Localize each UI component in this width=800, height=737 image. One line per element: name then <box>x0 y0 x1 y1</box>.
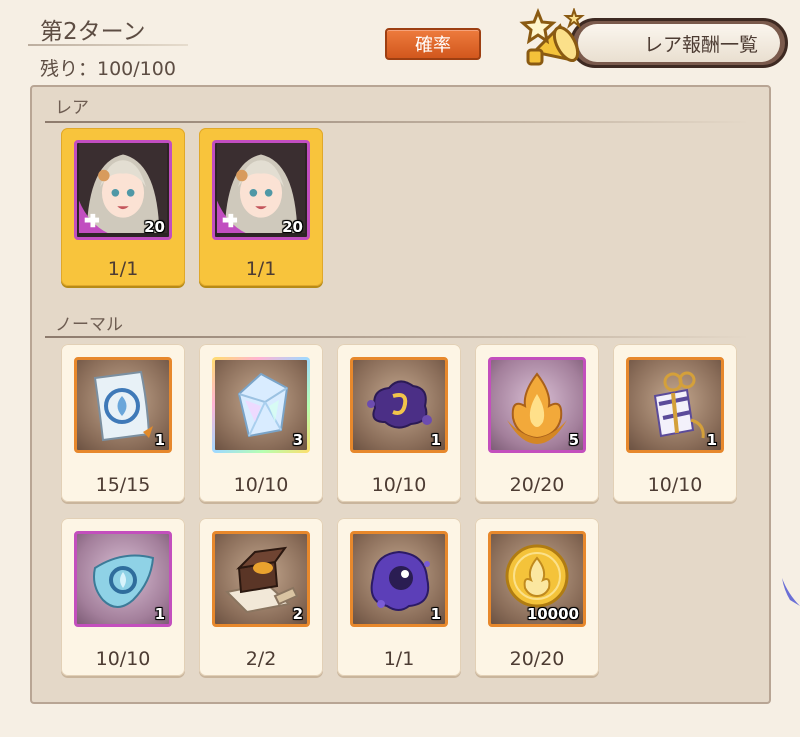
item-quantity: 3 <box>292 431 303 449</box>
draw-count: 10/10 <box>233 474 289 496</box>
item-quantity: 2 <box>292 605 303 623</box>
section-label-rare: レア <box>55 98 89 118</box>
reward-card[interactable]: 1 15/15 <box>61 344 185 502</box>
rare-reward-list-label: レア報酬一覧 <box>578 24 780 62</box>
reward-card[interactable]: 1 1/1 <box>337 518 461 676</box>
megaphone-star-icon <box>519 8 585 66</box>
item-quantity: 20 <box>144 218 165 236</box>
item-frame: 1 <box>74 357 172 453</box>
reward-card[interactable]: 10000 20/20 <box>475 518 599 676</box>
item-frame: 20 <box>74 140 172 240</box>
draw-count: 15/15 <box>95 474 151 496</box>
item-frame: 3 <box>212 357 310 453</box>
draw-count: 10/10 <box>371 474 427 496</box>
draw-count: 20/20 <box>509 474 565 496</box>
turn-title: 第2ターン <box>40 19 146 45</box>
reward-card-rare[interactable]: 20 1/1 <box>61 128 185 286</box>
reward-card[interactable]: 1 10/10 <box>613 344 737 502</box>
reward-card-rare[interactable]: 20 1/1 <box>199 128 323 286</box>
draw-count: 1/1 <box>245 258 277 280</box>
draw-count: 20/20 <box>509 648 565 670</box>
item-frame: 20 <box>212 140 310 240</box>
item-frame: 10000 <box>488 531 586 627</box>
item-quantity: 1 <box>706 431 717 449</box>
item-frame: 1 <box>74 531 172 627</box>
section-divider <box>45 121 750 123</box>
draw-count: 2/2 <box>245 648 277 670</box>
item-frame: 1 <box>350 357 448 453</box>
item-quantity: 5 <box>568 431 579 449</box>
item-quantity: 1 <box>154 605 165 623</box>
section-divider <box>45 336 750 338</box>
item-frame: 1 <box>626 357 724 453</box>
title-divider <box>28 44 188 46</box>
item-quantity: 1 <box>430 431 441 449</box>
rare-reward-list-button[interactable]: レア報酬一覧 <box>570 18 788 68</box>
probability-button[interactable]: 確率 <box>385 28 481 60</box>
draw-count: 1/1 <box>383 648 415 670</box>
draw-count: 10/10 <box>647 474 703 496</box>
item-quantity: 10000 <box>526 605 579 623</box>
item-quantity: 20 <box>282 218 303 236</box>
scroll-indicator-icon[interactable] <box>778 576 800 610</box>
draw-count: 1/1 <box>107 258 139 280</box>
item-quantity: 1 <box>430 605 441 623</box>
reward-card[interactable]: 1 10/10 <box>61 518 185 676</box>
item-frame: 1 <box>350 531 448 627</box>
reward-card[interactable]: 2 2/2 <box>199 518 323 676</box>
item-quantity: 1 <box>154 431 165 449</box>
section-label-normal: ノーマル <box>55 315 123 335</box>
item-frame: 5 <box>488 357 586 453</box>
reward-card[interactable]: 5 20/20 <box>475 344 599 502</box>
draw-count: 10/10 <box>95 648 151 670</box>
reward-card[interactable]: 3 10/10 <box>199 344 323 502</box>
remaining-count: 残り：100/100 <box>40 58 176 80</box>
item-frame: 2 <box>212 531 310 627</box>
reward-card[interactable]: 1 10/10 <box>337 344 461 502</box>
